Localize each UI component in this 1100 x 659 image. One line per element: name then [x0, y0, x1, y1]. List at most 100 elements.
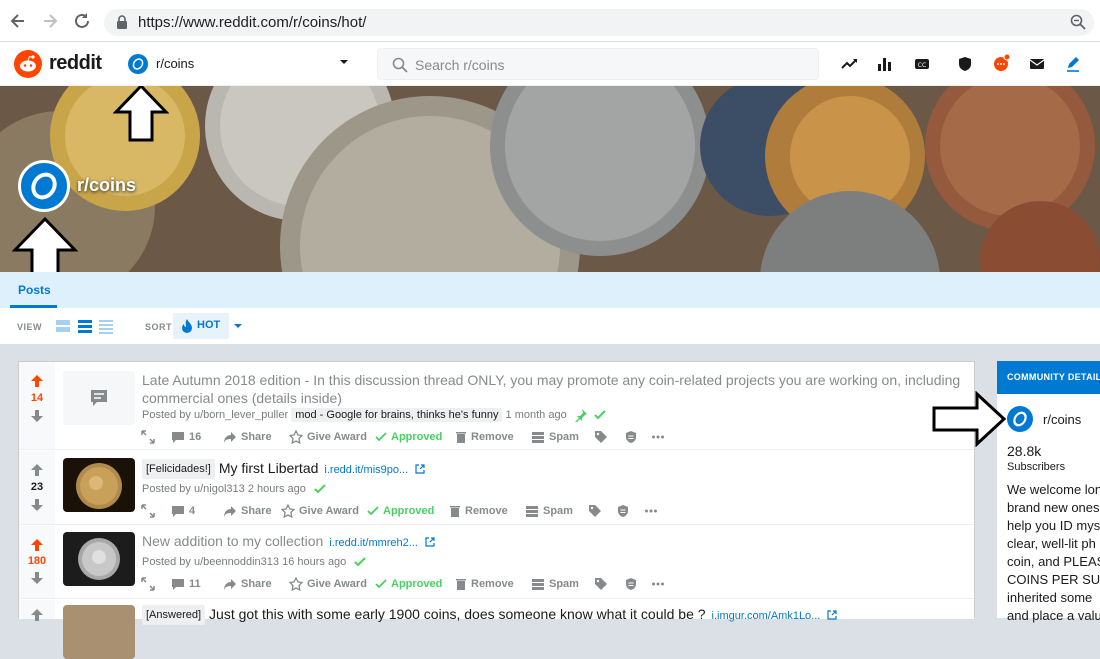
subscriber-label: Subscribers — [1007, 461, 1066, 473]
post-title[interactable]: New addition to my collection — [142, 533, 323, 549]
comments-button[interactable]: 4 — [171, 501, 195, 521]
more-options-icon[interactable] — [644, 501, 658, 521]
create-post-icon[interactable] — [1063, 54, 1083, 74]
upvote-icon[interactable] — [30, 463, 44, 477]
comments-button[interactable]: 16 — [171, 427, 201, 447]
spam-button[interactable]: Spam — [531, 574, 579, 594]
reddit-wordmark[interactable]: reddit — [49, 52, 102, 75]
post-author[interactable]: Posted by u/born_lever_puller — [142, 409, 288, 421]
post-item[interactable]: 23 [Felicidades!] My first Libertad i.redd… — [19, 451, 974, 525]
mod-actions-icon[interactable] — [616, 501, 630, 521]
upvote-icon[interactable] — [30, 374, 44, 388]
give-award-button[interactable]: Give Award — [281, 501, 359, 521]
expand-icon[interactable] — [141, 501, 155, 521]
stats-icon[interactable] — [875, 54, 895, 74]
comment-count: 16 — [189, 431, 202, 443]
spam-button[interactable]: Spam — [525, 501, 573, 521]
approved-button[interactable]: Approved — [375, 427, 442, 447]
post-flair[interactable]: [Felicidades!] — [142, 459, 215, 480]
remove-button[interactable]: Remove — [455, 574, 514, 594]
downvote-icon[interactable] — [30, 409, 44, 423]
text-post-thumbnail[interactable] — [63, 371, 135, 425]
upvote-icon[interactable] — [30, 538, 44, 552]
community-icon[interactable] — [1007, 406, 1033, 432]
tag-icon[interactable] — [588, 501, 602, 521]
tag-icon[interactable] — [594, 574, 608, 594]
address-bar[interactable]: https://www.reddit.com/r/coins/hot/ — [104, 9, 1094, 36]
post-title[interactable]: My first Libertad — [219, 460, 319, 476]
approved-button[interactable]: Approved — [375, 574, 442, 594]
downvote-icon[interactable] — [30, 498, 44, 512]
zoom-icon[interactable] — [1070, 14, 1086, 30]
give-award-button[interactable]: Give Award — [289, 574, 367, 594]
external-link-icon[interactable] — [415, 464, 425, 474]
more-options-icon[interactable] — [651, 427, 665, 447]
community-avatar — [18, 160, 70, 212]
compact-view-icon[interactable] — [98, 318, 114, 334]
post-item[interactable]: [Answered] Just got this with some early … — [19, 600, 974, 659]
post-author[interactable]: Posted by u/nigol313 — [142, 483, 245, 495]
post-time: 16 hours ago — [282, 555, 347, 568]
forward-icon[interactable] — [40, 11, 60, 31]
expand-icon[interactable] — [141, 427, 155, 447]
post-author[interactable]: Posted by u/beennoddin313 — [142, 556, 279, 568]
classic-view-icon[interactable] — [77, 318, 93, 334]
remove-button[interactable]: Remove — [455, 427, 514, 447]
spam-button[interactable]: Spam — [531, 427, 579, 447]
tab-posts[interactable]: Posts — [18, 283, 51, 297]
upvote-icon[interactable] — [30, 608, 44, 622]
trending-icon[interactable] — [840, 54, 860, 74]
post-item[interactable]: 180 New addition to my collection i.redd.… — [19, 526, 974, 599]
post-thumbnail[interactable] — [63, 532, 135, 586]
approved-button[interactable]: Approved — [367, 501, 434, 521]
external-link-icon[interactable] — [425, 537, 435, 547]
share-button[interactable]: Share — [223, 574, 272, 594]
reddit-logo-icon[interactable] — [14, 50, 42, 78]
give-award-button[interactable]: Give Award — [289, 427, 367, 447]
view-label: VIEW — [17, 322, 43, 332]
chat-icon[interactable] — [991, 54, 1011, 74]
sort-hot-button[interactable]: HOT — [173, 313, 229, 339]
search-input[interactable]: Search r/coins — [377, 48, 819, 80]
share-button[interactable]: Share — [223, 427, 272, 447]
post-title[interactable]: Late Autumn 2018 edition - In this discu… — [142, 371, 962, 407]
tag-icon[interactable] — [594, 427, 608, 447]
post-flair[interactable]: [Answered] — [142, 605, 206, 626]
card-view-icon[interactable] — [55, 318, 71, 334]
search-icon — [392, 57, 408, 73]
external-link-icon[interactable] — [827, 610, 837, 620]
downvote-icon[interactable] — [30, 571, 44, 585]
mod-shield-icon[interactable] — [955, 54, 975, 74]
post-title-row: [Answered] Just got this with some early … — [142, 605, 962, 626]
mail-icon[interactable] — [1027, 54, 1047, 74]
post-link[interactable]: i.imgur.com/Amk1Lo... — [712, 610, 821, 622]
flame-icon — [180, 318, 194, 334]
post-item[interactable]: 14 Late Autumn 2018 edition - In this di… — [19, 362, 974, 450]
vote-column: 23 — [19, 451, 55, 524]
mod-actions-icon[interactable] — [624, 427, 638, 447]
lock-icon — [116, 15, 128, 29]
post-meta: Posted by u/born_lever_puller mod - Goog… — [142, 407, 607, 422]
community-title: r/coins — [77, 175, 137, 195]
remove-button[interactable]: Remove — [449, 501, 508, 521]
comments-button[interactable]: 11 — [171, 574, 201, 594]
post-link[interactable]: i.redd.it/mis9po... — [324, 464, 408, 476]
share-button[interactable]: Share — [223, 501, 272, 521]
chevron-down-icon[interactable] — [233, 322, 243, 330]
post-thumbnail[interactable] — [63, 458, 135, 512]
back-icon[interactable] — [8, 11, 28, 31]
mod-actions-icon[interactable] — [624, 574, 638, 594]
vote-count: 180 — [27, 555, 47, 567]
expand-icon[interactable] — [141, 574, 155, 594]
captions-icon[interactable]: CC — [912, 54, 932, 74]
post-thumbnail[interactable] — [63, 605, 135, 659]
reload-icon[interactable] — [72, 11, 92, 31]
community-name[interactable]: r/coins — [1043, 412, 1081, 427]
more-options-icon[interactable] — [651, 574, 665, 594]
post-meta: Posted by u/nigol313 2 hours ago — [142, 482, 327, 496]
community-selector[interactable]: r/coins — [128, 52, 353, 76]
post-link[interactable]: i.redd.it/mmreh2... — [329, 537, 418, 549]
approved-check-icon — [353, 555, 367, 569]
post-meta: Posted by u/beennoddin313 16 hours ago — [142, 555, 367, 569]
post-title[interactable]: Just got this with some early 1900 coins… — [209, 606, 706, 622]
